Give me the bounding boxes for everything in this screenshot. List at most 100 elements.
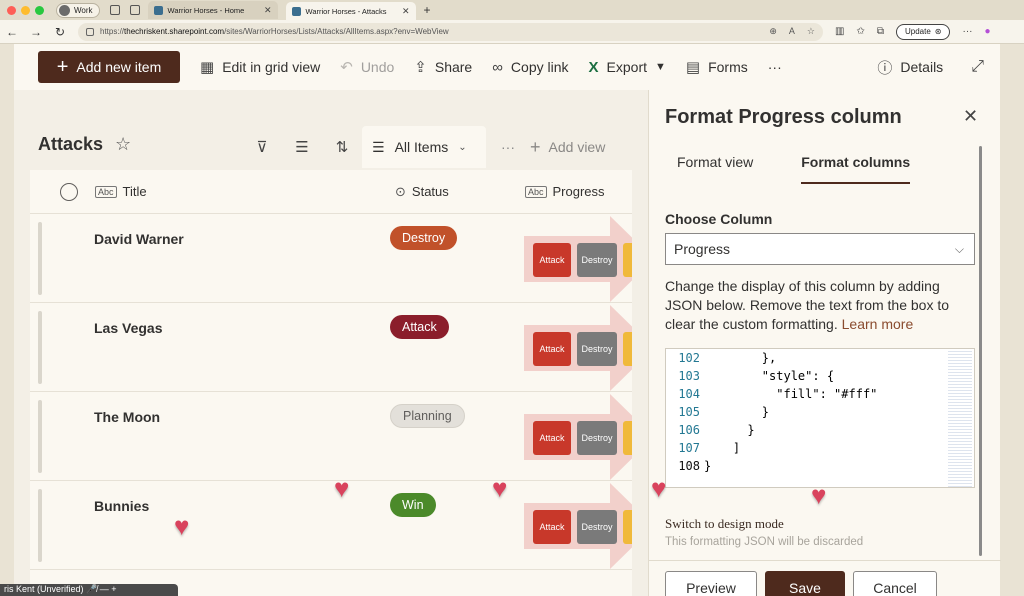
maximize-window-button[interactable] [35,5,44,15]
forward-icon[interactable]: → [24,25,48,39]
progress-segment-attack: Attack [533,421,571,455]
close-tab-icon[interactable]: ✕ [264,5,272,16]
url-input[interactable]: https://thechriskent.sharepoint.com/site… [78,22,823,41]
sharepoint-favicon-icon [153,5,163,15]
switch-design-mode-link[interactable]: Switch to design mode [665,516,784,532]
group-icon[interactable]: ☰ [282,138,322,156]
undo-icon: ↶ [340,59,353,76]
back-icon[interactable]: ← [0,25,24,39]
zoom-icon[interactable]: ⊕ [769,26,777,37]
more-views-button[interactable]: ··· [486,139,530,155]
star-icon[interactable]: ☆ [115,134,131,155]
close-icon[interactable]: ✕ [963,106,978,127]
row-selection-rail[interactable] [38,311,42,384]
row-selection-rail[interactable] [38,489,42,562]
heart-reaction-icon: ♥ [811,480,827,510]
browser-tab-attacks[interactable]: Warrior Horses - Attacks ✕ [285,2,416,20]
plus-icon: + [111,584,117,594]
table-row[interactable]: Las VegasAttackAttackDestroyWi [30,303,632,392]
panel-footer: Preview Save Cancel [649,560,1001,596]
table-row[interactable]: David WarnerDestroyAttackDestroyWi [30,214,632,303]
row-selection-rail[interactable] [38,222,42,295]
favorite-icon[interactable]: ☆ [807,26,815,37]
browser-tab-home[interactable]: Warrior Horses - Home ✕ [147,1,278,19]
json-editor[interactable]: 102 }, 103 "style": {104 "fill": "#fff" 10… [665,348,975,488]
table-row[interactable]: Bunnies Win AttackDestroyWi [30,481,632,570]
code-text: } [704,423,755,437]
row-title[interactable]: The Moon [94,409,160,425]
text-column-icon: Abc [525,185,547,198]
heart-reaction-icon: ♥ [334,473,350,503]
status-badge: Win [390,493,436,517]
close-tab-icon[interactable]: ✕ [402,6,410,17]
filter-icon[interactable]: ⊽ [242,138,282,156]
forms-button[interactable]: ▤ Forms [686,58,748,76]
edit-grid-button[interactable]: ▦ Edit in grid view [200,58,320,76]
row-title[interactable]: Bunnies [94,498,149,514]
row-title[interactable]: Las Vegas [94,320,163,336]
avatar [59,4,70,16]
export-button[interactable]: X Export ▼ [589,59,666,76]
share-icon: ⇪ [414,59,427,76]
copilot-icon[interactable]: ● [984,26,990,37]
undo-button[interactable]: ↶ Undo [340,58,394,76]
choose-column-dropdown[interactable]: Progress ⌵ [665,233,975,265]
url-path: /sites/WarriorHorses/Lists/Attacks/AllIt… [224,27,449,36]
share-button[interactable]: ⇪ Share [414,58,472,76]
learn-more-link[interactable]: Learn more [842,316,914,332]
panel-scrollbar[interactable] [979,146,982,556]
code-line: 105 } [666,403,974,421]
read-aloud-icon[interactable]: A [789,26,795,37]
line-number: 106 [678,423,700,437]
add-new-item-button[interactable]: + Add new item [38,51,180,83]
undo-label: Undo [360,59,395,75]
code-minimap[interactable] [948,349,972,487]
expand-icon[interactable]: ⤢ [971,58,984,76]
tab-format-view[interactable]: Format view [677,154,753,184]
code-text: "style": { [704,369,835,383]
collections-icon[interactable]: ⧉ [877,26,884,37]
choice-column-icon: ⊙ [395,183,406,199]
column-header-status[interactable]: ⊙ Status [395,184,525,200]
update-button[interactable]: Update ⊛ [895,23,951,40]
column-header-label: Title [122,184,147,199]
close-window-button[interactable] [7,5,16,15]
save-button[interactable]: Save [765,571,845,596]
view-selector[interactable]: ☰ All Items ⌄ [362,126,486,168]
browser-tab-bar: Work Warrior Horses - Home ✕ Warrior Hor… [0,0,1024,20]
tab-format-columns[interactable]: Format columns [801,154,911,184]
more-browser-icon[interactable]: ··· [962,26,972,37]
code-text: "fill": "#fff" [704,387,878,401]
refresh-icon[interactable]: ↻ [48,25,72,39]
code-line: 104 "fill": "#fff" [666,385,974,403]
tab-actions-icon[interactable] [129,5,140,15]
progress-segment-win: Wi [623,510,632,544]
preview-button[interactable]: Preview [665,571,757,596]
cancel-button[interactable]: Cancel [853,571,937,596]
copy-link-button[interactable]: ∞ Copy link [492,59,568,76]
progress-visual: AttackDestroyWi [516,305,632,391]
choose-column-value: Progress [674,241,731,257]
split-screen-icon[interactable]: ▥ [835,26,844,37]
more-commands-button[interactable]: ··· [768,59,782,75]
add-view-button[interactable]: + Add view [530,137,605,158]
tab-label: Warrior Horses - Attacks [305,6,387,16]
select-all-checkbox[interactable] [60,182,78,201]
command-bar: + Add new item ▦ Edit in grid view ↶ Und… [14,44,1000,90]
profile-button[interactable]: Work [56,2,100,18]
row-selection-rail[interactable] [38,400,42,473]
table-row[interactable]: The Moon Planning AttackDestroyWi [30,392,632,481]
column-header-progress[interactable]: Abc Progress [525,184,605,199]
favorites-icon[interactable]: ✩ [856,26,864,37]
column-header-title[interactable]: Abc Title [95,184,395,199]
heart-reaction-icon: ♥ [651,473,667,503]
sort-icon[interactable]: ⇅ [322,138,362,156]
forms-icon: ▤ [685,59,701,76]
details-button[interactable]: ⓘ Details [877,57,943,78]
new-tab-icon[interactable]: + [424,3,431,17]
format-panel: Format Progress column ✕ Format view For… [648,90,1001,596]
workspaces-icon[interactable] [109,5,120,15]
minimize-window-button[interactable] [21,5,30,15]
row-title[interactable]: David Warner [94,231,184,247]
meeting-participant-label: ris Kent (Unverified) 🎤̸ — + [0,584,178,596]
